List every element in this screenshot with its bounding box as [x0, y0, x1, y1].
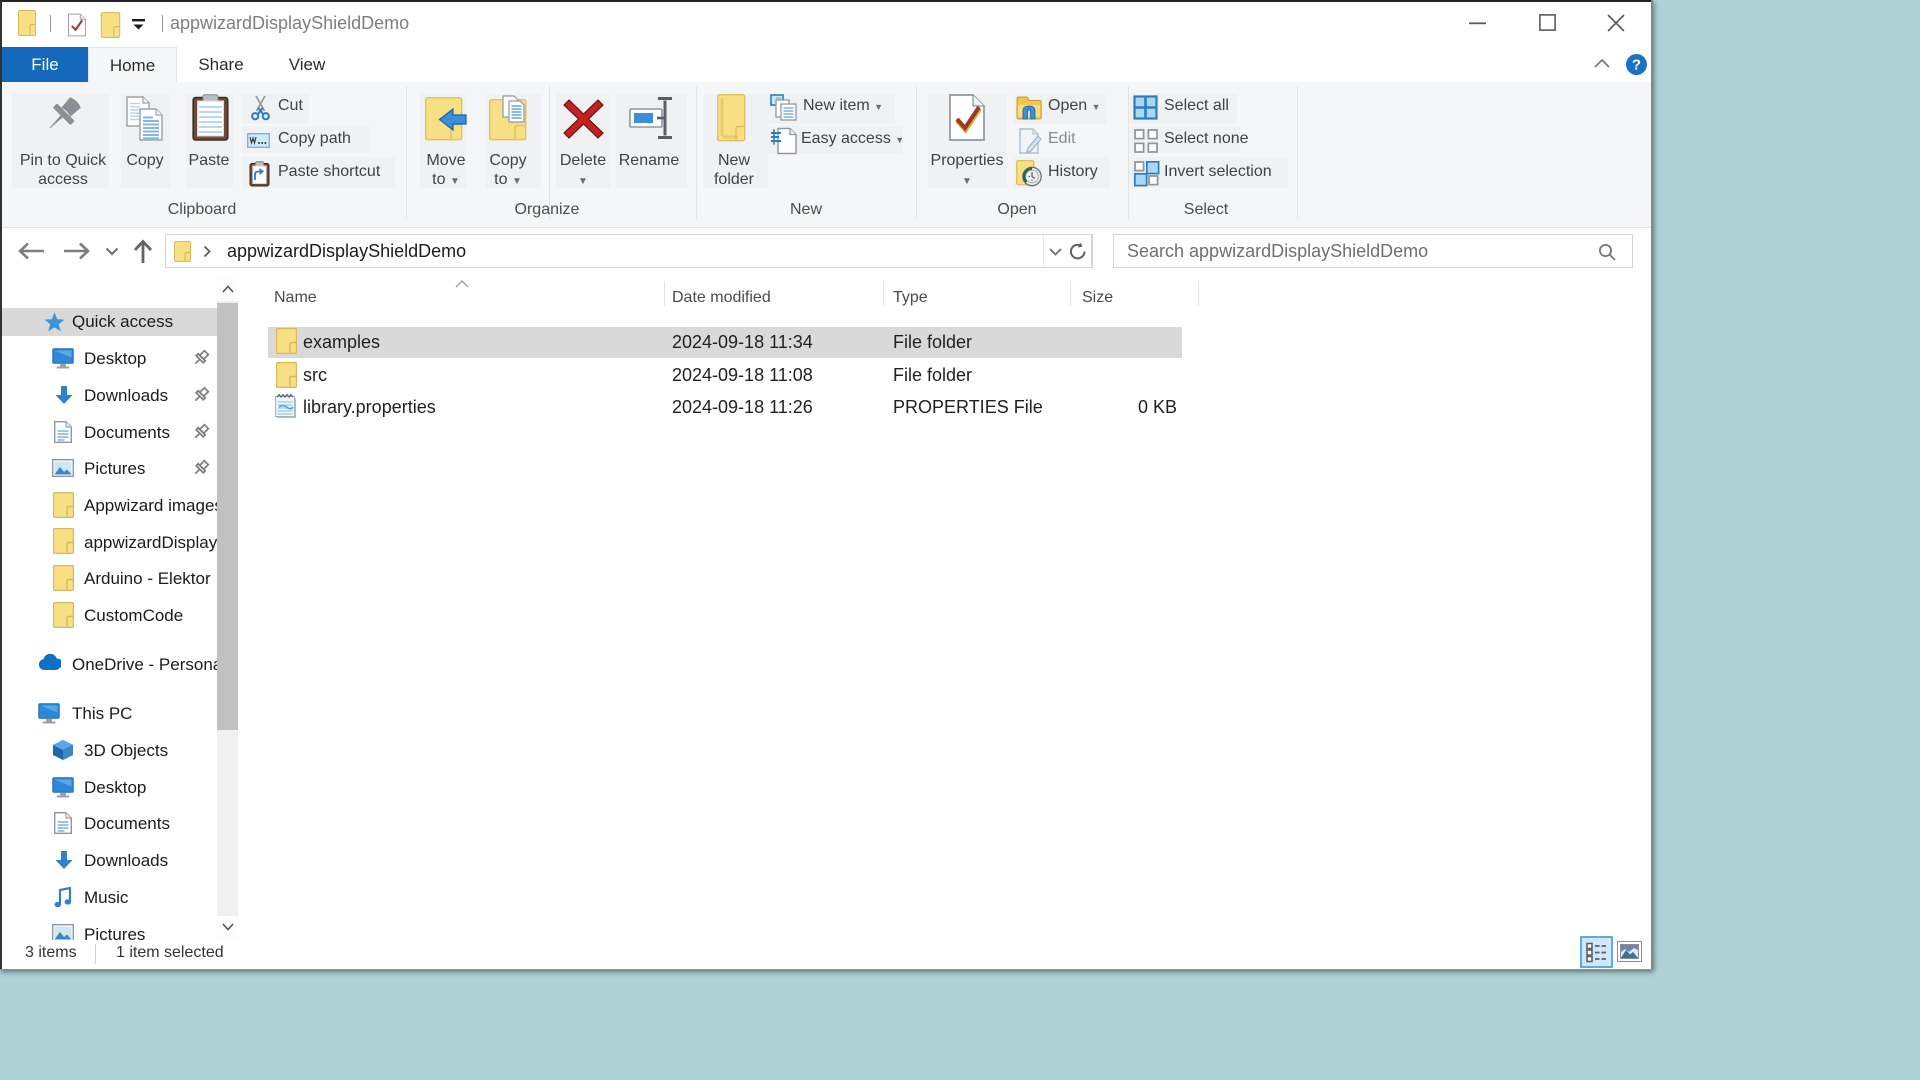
svg-text:?: ?	[1632, 57, 1641, 74]
